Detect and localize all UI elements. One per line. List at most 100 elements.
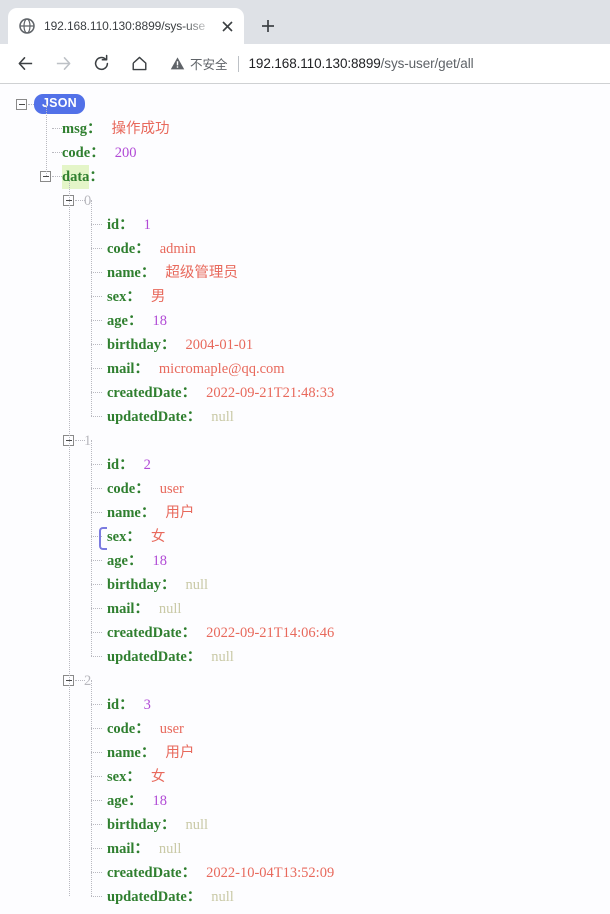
tree-branch-line	[91, 752, 102, 753]
json-property[interactable]: code： admin	[107, 237, 196, 261]
tree-branch-line	[91, 272, 102, 273]
browser-toolbar: 不安全 192.168.110.130:8899/sys-user/get/al…	[0, 44, 610, 84]
json-colon: ：	[126, 529, 141, 545]
json-property[interactable]: updatedDate： null	[107, 405, 234, 429]
home-button[interactable]	[125, 50, 153, 78]
root-collapse-toggle[interactable]	[16, 99, 27, 110]
tree-guide-line	[91, 680, 92, 896]
json-property[interactable]: id： 1	[107, 213, 151, 237]
json-value: 2	[143, 457, 151, 473]
tree-branch-line	[91, 656, 102, 657]
json-key: updatedDate	[107, 889, 187, 905]
json-key: age	[107, 793, 128, 809]
json-property[interactable]: mail： null	[107, 837, 181, 861]
json-colon: ：	[89, 169, 104, 185]
json-property[interactable]: updatedDate： null	[107, 645, 234, 669]
forward-button[interactable]	[49, 50, 77, 78]
json-property[interactable]: id： 2	[107, 453, 151, 477]
json-viewer-page: JSON msg：操作成功 code： 200 data： 0 id： 1 code： admin…	[0, 84, 610, 914]
json-value: null	[211, 889, 234, 905]
json-property[interactable]: name： 用户	[107, 741, 194, 765]
tree-guide-line	[91, 200, 92, 416]
json-colon: ：	[140, 505, 156, 521]
json-key: id	[107, 217, 120, 233]
json-colon: ：	[127, 793, 143, 809]
tree-branch-line	[91, 584, 102, 585]
browser-tab[interactable]: 192.168.110.130:8899/sys-use	[8, 8, 244, 44]
json-property[interactable]: code： 200	[62, 141, 136, 165]
json-colon: ：	[119, 697, 134, 713]
json-key: sex	[107, 769, 127, 785]
json-value: 女	[150, 529, 166, 545]
json-colon: ：	[134, 841, 149, 857]
json-property[interactable]: name： 超级管理员	[107, 261, 238, 285]
tree-guide-line	[91, 440, 92, 656]
json-property[interactable]: age： 18	[107, 789, 167, 813]
new-tab-button[interactable]	[254, 12, 282, 40]
tree-branch-line	[52, 128, 62, 129]
json-property[interactable]: birthday： null	[107, 573, 208, 597]
json-colon: ：	[186, 889, 202, 905]
json-property[interactable]: birthday： null	[107, 813, 208, 837]
tree-branch-line	[91, 488, 102, 489]
globe-icon	[19, 18, 35, 34]
tree-branch-line	[91, 848, 102, 849]
json-colon: ：	[135, 241, 150, 257]
back-button[interactable]	[11, 50, 39, 78]
address-bar[interactable]: 不安全 192.168.110.130:8899/sys-user/get/al…	[170, 50, 600, 78]
json-property[interactable]: createdDate： 2022-10-04T13:52:09	[107, 861, 334, 885]
json-property[interactable]: sex： 女	[107, 765, 165, 789]
json-property[interactable]: age： 18	[107, 309, 167, 333]
json-key: createdDate	[107, 625, 182, 641]
json-property[interactable]: code： user	[107, 717, 184, 741]
json-value: 2022-09-21T21:48:33	[206, 385, 335, 401]
json-property[interactable]: sex： 男	[107, 285, 165, 309]
tree-branch-line	[91, 512, 102, 513]
json-key: name	[107, 505, 141, 521]
json-property[interactable]: name： 用户	[107, 501, 194, 525]
json-colon: ：	[181, 625, 197, 641]
omnibox-divider	[237, 55, 239, 72]
tree-branch-line	[91, 464, 102, 465]
tree-branch-line	[91, 320, 102, 321]
json-property[interactable]: mail： micromaple@qq.com	[107, 357, 285, 381]
reload-button[interactable]	[87, 50, 115, 78]
json-property[interactable]: updatedDate： null	[107, 885, 234, 909]
json-root-badge: JSON	[34, 94, 85, 114]
json-key: code	[107, 481, 136, 497]
browser-window: 192.168.110.130:8899/sys-use 不安全 192.168…	[0, 0, 610, 914]
tree-branch-line	[91, 896, 102, 897]
json-property[interactable]: msg： 操作成功	[62, 117, 169, 141]
json-value: 用户	[165, 745, 195, 761]
json-value: null	[185, 577, 209, 593]
json-colon: ：	[119, 217, 134, 233]
json-tree: JSON msg：操作成功 code： 200 data： 0 id： 1 code： admin…	[0, 93, 610, 909]
json-value: 超级管理员	[165, 265, 238, 281]
json-value: 2022-09-21T14:06:46	[206, 625, 335, 641]
json-colon: ：	[119, 457, 134, 473]
json-property[interactable]: id： 3	[107, 693, 151, 717]
json-property[interactable]: sex： 女	[107, 525, 165, 549]
json-property[interactable]: createdDate： 2022-09-21T14:06:46	[107, 621, 334, 645]
json-key: id	[107, 697, 120, 713]
json-property[interactable]: birthday： 2004-01-01	[107, 333, 253, 357]
tree-branch-line	[91, 632, 102, 633]
json-colon: ：	[127, 313, 143, 329]
close-icon[interactable]	[218, 17, 236, 35]
json-value: user	[159, 721, 184, 737]
json-property[interactable]: mail： null	[107, 597, 181, 621]
json-value: null	[185, 817, 209, 833]
json-key: sex	[107, 529, 127, 545]
tree-branch-line	[91, 248, 102, 249]
json-property[interactable]: code： user	[107, 477, 184, 501]
reload-icon	[94, 54, 108, 71]
json-property[interactable]: createdDate： 2022-09-21T21:48:33	[107, 381, 334, 405]
json-key: name	[107, 745, 141, 761]
json-colon: ：	[135, 721, 150, 737]
json-value: 男	[150, 289, 166, 305]
json-value: 2004-01-01	[185, 337, 254, 353]
json-property[interactable]: age： 18	[107, 549, 167, 573]
tree-branch-line	[91, 224, 102, 225]
json-colon: ：	[90, 145, 105, 161]
json-key: createdDate	[107, 385, 182, 401]
